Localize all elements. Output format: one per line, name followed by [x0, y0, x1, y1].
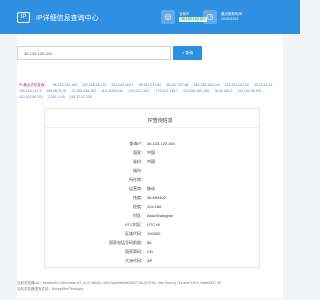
row-value: 中国 [147, 150, 155, 155]
history-item[interactable]: 189.96.32.31 [46, 89, 66, 93]
ip-search-input[interactable]: 36.133.120.160 [17, 46, 171, 60]
current-ip-box: ◎ 当前IP 36.133.120.160 [161, 8, 208, 26]
globe-icon: ◎ [161, 10, 175, 24]
history-item[interactable]: 99.22.62.33 [254, 83, 273, 87]
history-item[interactable]: 231.164.164.1 [111, 83, 133, 87]
history-item[interactable]: 113.102.96.201 [237, 89, 261, 93]
row-value: 中国 [147, 159, 155, 164]
history-item[interactable]: 113.252.150.194 [183, 89, 209, 93]
row-label: 经度： [133, 204, 145, 209]
info-row: 大洲代码： AP [45, 256, 259, 265]
info-row: 纬度： 36.894402 [45, 193, 259, 202]
update-time-box: ◷ 最近更新时间 10/30/1021 [203, 8, 242, 26]
row-label: 运营商： [129, 186, 145, 191]
site-logo-icon[interactable]: IP [17, 12, 30, 23]
info-row: 区域代码： 100000 [45, 229, 259, 238]
row-label: 省份： [133, 159, 145, 164]
info-rows: 查询IP： 36.133.120.160 国家： 中国 省份： 中国 城市： 所在地：… [45, 139, 259, 265]
row-value: 36.133.120.160 [147, 141, 175, 146]
row-value: CN [147, 249, 153, 254]
row-value: AP [147, 258, 153, 263]
history-item[interactable]: 169.225.137.4 [19, 89, 41, 93]
search-button[interactable]: ⌕ 查询 [173, 46, 202, 60]
row-label: 城市： [133, 168, 145, 173]
history-item[interactable]: 185.138.100.144 [193, 83, 219, 87]
info-row: 时区： Asia/Shanghai [45, 211, 259, 220]
row-label: 时区： [133, 213, 145, 218]
card-divider [45, 127, 259, 128]
info-row: 查询IP： 36.133.120.160 [45, 139, 259, 148]
row-value: Asia/Shanghai [147, 213, 173, 218]
history-list: IP 最近访问查询： 36.133.120.160 167.158.36.172… [19, 82, 281, 100]
history-item[interactable]: 2.241.2.43 [48, 95, 65, 99]
row-label: 所在地： [129, 177, 145, 182]
footer: 当前浏览器UA：Mozilla/5.0 (Windows NT 10.0; Wi… [17, 280, 283, 292]
history-item[interactable]: 113.251.152.16 [225, 83, 249, 87]
row-label: UTC时区： [124, 222, 145, 227]
info-row: UTC时区： UTC+8 [45, 220, 259, 229]
row-label: 国家： [133, 150, 145, 155]
card-title: IP查询信息 [148, 118, 173, 124]
row-label: 国家简码： [125, 249, 145, 254]
info-row: 省份： 中国 [45, 157, 259, 166]
info-row: 经度： 104.166 [45, 202, 259, 211]
row-value: 104.166 [147, 204, 162, 209]
history-item[interactable]: 95.247.227.84 [139, 83, 161, 87]
search-button-label: 查询 [185, 50, 194, 55]
history-label: IP 最近访问查询： [19, 83, 48, 87]
row-label: 国家电话号码前缀： [109, 240, 145, 245]
row-value: 36.894402 [147, 195, 166, 200]
footer-language: 当前浏览器语言支持：Accept/Ne/Testcapa [17, 287, 84, 291]
row-value: 100000 [147, 231, 161, 236]
info-row: 所在地： [45, 175, 259, 184]
history-item[interactable]: 37.251.245.187 [72, 89, 96, 93]
clock-icon: ◷ [203, 10, 217, 24]
history-item[interactable]: 175.122.135.7 [156, 89, 178, 93]
row-label: 查询IP： [129, 141, 145, 146]
site-title: IP详细信息查询中心 [36, 15, 99, 22]
top-header: IP IP详细信息查询中心 ◎ 当前IP 36.133.120.160 ◷ 最近… [0, 0, 300, 34]
history-item[interactable]: 116.37.37.225 [70, 95, 92, 99]
row-value: 86 [147, 240, 152, 245]
history-item[interactable]: 167.158.36.172 [82, 83, 106, 87]
row-value: 移动 [147, 186, 155, 191]
info-row: 国家： 中国 [45, 148, 259, 157]
row-value: UTC+8 [147, 222, 160, 227]
ip-info-card: IP查询信息 查询IP： 36.133.120.160 国家： 中国 省份： 中国 城… [44, 108, 260, 268]
row-label: 大洲代码： [125, 258, 145, 263]
history-item[interactable]: 175.122.135.7 [128, 89, 150, 93]
info-row: 国家简码： CN [45, 247, 259, 256]
update-time-value: 10/30/1021 [221, 17, 239, 21]
info-row: 国家电话号码前缀： 86 [45, 238, 259, 247]
history-item[interactable]: 113.245.62.51 [101, 89, 123, 93]
history-item[interactable]: 76.90.150.2 [214, 89, 233, 93]
history-item[interactable]: 36.133.120.160 [53, 83, 77, 87]
row-label: 区域代码： [125, 231, 145, 236]
history-item[interactable]: 95.247.227.84 [166, 83, 188, 87]
info-row: 运营商： 移动 [45, 184, 259, 193]
row-label: 纬度： [133, 195, 145, 200]
info-row: 城市： [45, 166, 259, 175]
history-item[interactable]: 113.102.96.201 [19, 95, 43, 99]
